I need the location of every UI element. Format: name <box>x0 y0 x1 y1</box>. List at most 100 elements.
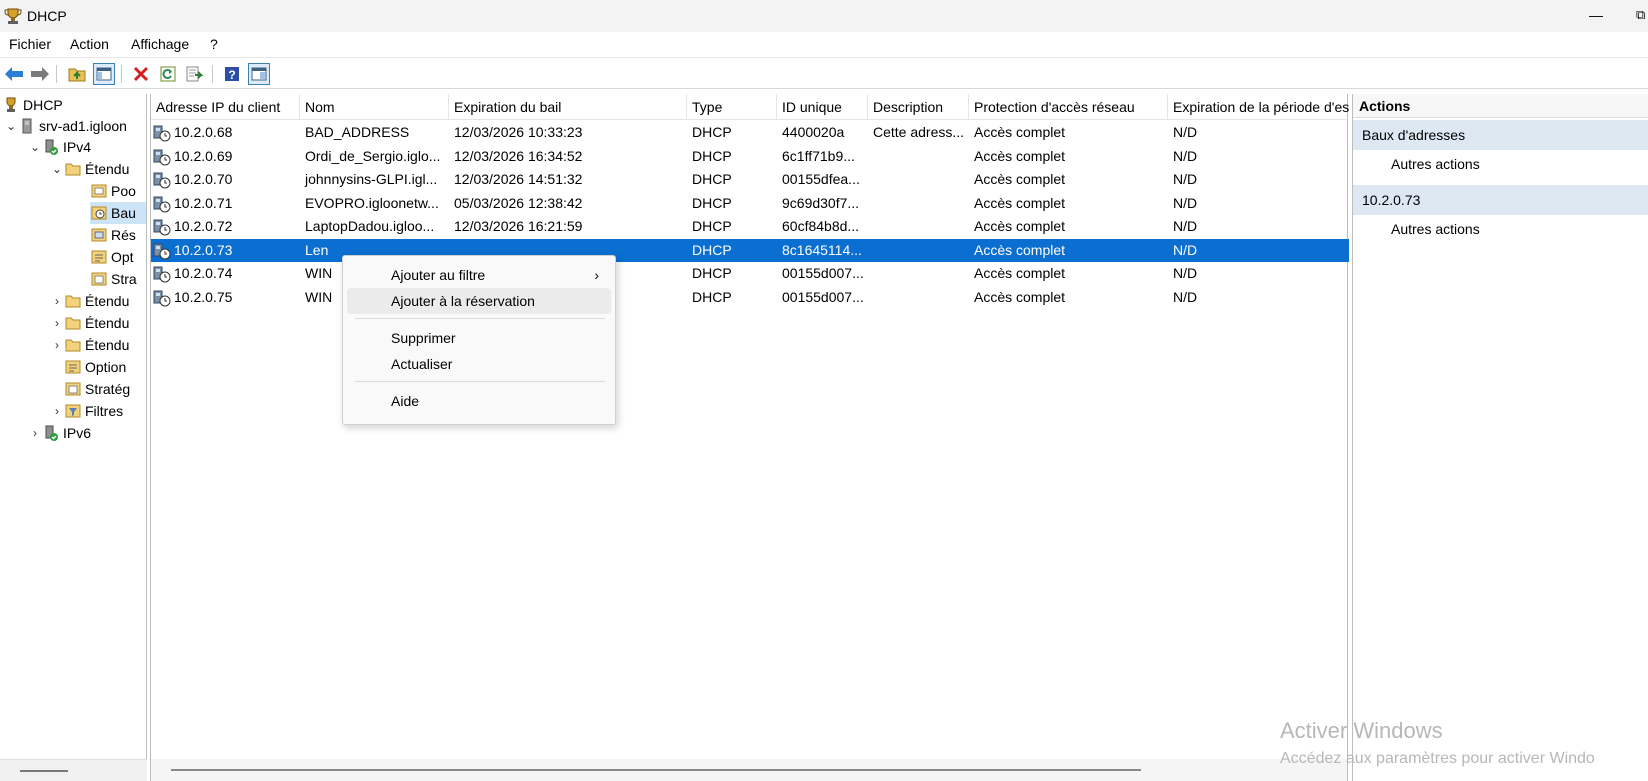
tree-node-address-leases[interactable]: Bau <box>90 202 146 224</box>
tree-node-server-policies[interactable]: Stratég <box>64 378 130 400</box>
up-folder-icon[interactable] <box>66 63 88 85</box>
table-cell: 10.2.0.75 <box>151 286 300 309</box>
tree-node-ipv6[interactable]: › IPv6 <box>28 422 91 444</box>
table-cell <box>868 286 969 309</box>
table-cell: 10.2.0.71 <box>151 192 300 215</box>
menu-item-add-to-filter[interactable]: Ajouter au filtre › <box>347 262 611 288</box>
tree-node-ipv4[interactable]: ⌄ IPv4 <box>28 136 91 158</box>
delete-icon[interactable] <box>130 63 152 85</box>
table-row[interactable]: 10.2.0.69 Ordi_de_Sergio.iglo... 12/03/202… <box>151 145 1349 168</box>
tree-node-reservations[interactable]: Rés <box>90 224 136 246</box>
forward-arrow-icon[interactable] <box>29 63 51 85</box>
refresh-icon[interactable] <box>157 63 179 85</box>
table-cell <box>868 262 969 285</box>
tree-node-filters[interactable]: › Filtres <box>50 400 123 422</box>
table-row[interactable]: 10.2.0.74 WIN DHCP 00155d007... Accès comple… <box>151 262 1349 285</box>
table-cell: DHCP <box>687 239 777 262</box>
cell-text: DHCP <box>692 148 732 164</box>
table-row[interactable]: 10.2.0.75 WIN DHCP 00155d007... Accès comple… <box>151 286 1349 309</box>
tree-node-scope-options[interactable]: Opt <box>90 246 134 268</box>
cell-text: Accès complet <box>974 265 1066 281</box>
more-actions-link[interactable]: Autres actions <box>1391 156 1480 172</box>
context-menu: Ajouter au filtre › Ajouter à la réserva… <box>342 255 616 425</box>
back-arrow-icon[interactable] <box>3 63 25 85</box>
menu-affichage[interactable]: Affichage <box>131 36 189 52</box>
folder-icon <box>64 292 82 310</box>
menu-item-help[interactable]: Aide <box>347 388 611 414</box>
list-horizontal-scrollbar[interactable] <box>151 759 1347 781</box>
menu-fichier[interactable]: Fichier <box>9 36 51 52</box>
cell-text: N/D <box>1173 289 1198 305</box>
column-header-name[interactable]: Nom <box>300 94 449 120</box>
actions-section-header[interactable]: 10.2.0.73 <box>1353 185 1648 215</box>
menu-item-delete[interactable]: Supprimer <box>347 325 611 351</box>
list-header: Adresse IP du client Nom Expiration du b… <box>151 94 1349 120</box>
cell-text: 05/03/2026 12:38:42 <box>454 195 583 211</box>
minimize-button[interactable]: — <box>1584 2 1608 30</box>
table-row[interactable]: 10.2.0.73 Len DHCP 8c1645114... Accès comple… <box>151 239 1349 262</box>
tree-node-scope[interactable]: › Étendu <box>50 290 129 312</box>
tree-node-server-options[interactable]: Option <box>64 356 126 378</box>
chevron-right-icon[interactable]: › <box>50 316 64 330</box>
table-cell: 12/03/2026 14:51:32 <box>449 168 687 191</box>
more-actions-link[interactable]: Autres actions <box>1391 221 1480 237</box>
tree-label: Filtres <box>85 403 124 419</box>
help-icon[interactable]: ? <box>221 63 243 85</box>
chevron-down-icon[interactable]: ⌄ <box>50 162 64 176</box>
lease-computer-icon <box>153 290 171 306</box>
table-cell: 00155d007... <box>777 262 868 285</box>
menu-item-add-to-reservation[interactable]: Ajouter à la réservation <box>347 288 611 314</box>
table-row[interactable]: 10.2.0.72 LaptopDadou.igloo... 12/03/2026 … <box>151 215 1349 238</box>
cell-text: Cette adress... <box>873 124 965 140</box>
cell-text: DHCP <box>692 218 732 234</box>
chevron-down-icon[interactable]: ⌄ <box>4 119 18 133</box>
table-row[interactable]: 10.2.0.70 johnnysins-GLPI.igl... 12/03/202… <box>151 168 1349 191</box>
column-header-probation[interactable]: Expiration de la période d'essa <box>1168 94 1349 120</box>
cell-text: Accès complet <box>974 242 1066 258</box>
policies-icon <box>64 380 82 398</box>
tree-label: DHCP <box>23 97 63 113</box>
menu-action[interactable]: Action <box>70 36 109 52</box>
lease-computer-icon <box>153 266 171 282</box>
tree-node-scope[interactable]: › Étendu <box>50 312 129 334</box>
cell-text: 10.2.0.74 <box>174 265 233 281</box>
cell-text: 10.2.0.75 <box>174 289 233 305</box>
folder-icon <box>64 336 82 354</box>
console-tree: DHCP ⌄ srv-ad1.igloon ⌄ IPv4 ⌄ Étendu Po… <box>0 94 147 759</box>
cell-text: 8c1645114... <box>782 242 862 258</box>
column-header-description[interactable]: Description <box>868 94 969 120</box>
export-list-icon[interactable] <box>184 63 206 85</box>
column-header-expiration[interactable]: Expiration du bail <box>449 94 687 120</box>
chevron-right-icon[interactable]: › <box>50 294 64 308</box>
window-title: DHCP <box>27 8 67 24</box>
column-header-nap[interactable]: Protection d'accès réseau <box>969 94 1168 120</box>
toolbar: ? <box>0 59 1648 89</box>
chevron-right-icon[interactable]: › <box>28 426 42 440</box>
column-header-ip[interactable]: Adresse IP du client <box>151 94 300 120</box>
column-header-unique-id[interactable]: ID unique <box>777 94 868 120</box>
chevron-down-icon[interactable]: ⌄ <box>28 140 42 154</box>
table-row[interactable]: 10.2.0.68 BAD_ADDRESS 12/03/2026 10:33:23 D… <box>151 121 1349 144</box>
tree-horizontal-scrollbar[interactable] <box>0 759 147 781</box>
tree-node-dhcp[interactable]: DHCP <box>2 94 63 116</box>
tree-node-policies[interactable]: Stra <box>90 268 137 290</box>
tree-node-address-pool[interactable]: Poo <box>90 180 136 202</box>
chevron-right-icon[interactable]: › <box>50 404 64 418</box>
tree-node-scope[interactable]: › Étendu <box>50 334 129 356</box>
table-cell: N/D <box>1168 121 1349 144</box>
tree-node-scope[interactable]: ⌄ Étendu <box>50 158 129 180</box>
cell-text: DHCP <box>692 265 732 281</box>
table-row[interactable]: 10.2.0.71 EVOPRO.igloonetw... 05/03/2026 1… <box>151 192 1349 215</box>
tree-label: Rés <box>111 227 136 243</box>
show-action-pane-icon[interactable] <box>248 63 270 85</box>
actions-section-header[interactable]: Baux d'adresses <box>1353 120 1648 150</box>
table-cell: LaptopDadou.igloo... <box>300 215 449 238</box>
menu-item-refresh[interactable]: Actualiser <box>347 351 611 377</box>
show-tree-icon[interactable] <box>93 63 115 85</box>
tree-node-server[interactable]: ⌄ srv-ad1.igloon <box>4 115 127 137</box>
restore-button[interactable]: ⧉ <box>1636 2 1648 30</box>
menu-help[interactable]: ? <box>210 36 218 52</box>
column-header-type[interactable]: Type <box>687 94 777 120</box>
chevron-right-icon[interactable]: › <box>50 338 64 352</box>
cell-text: WIN <box>305 289 333 305</box>
